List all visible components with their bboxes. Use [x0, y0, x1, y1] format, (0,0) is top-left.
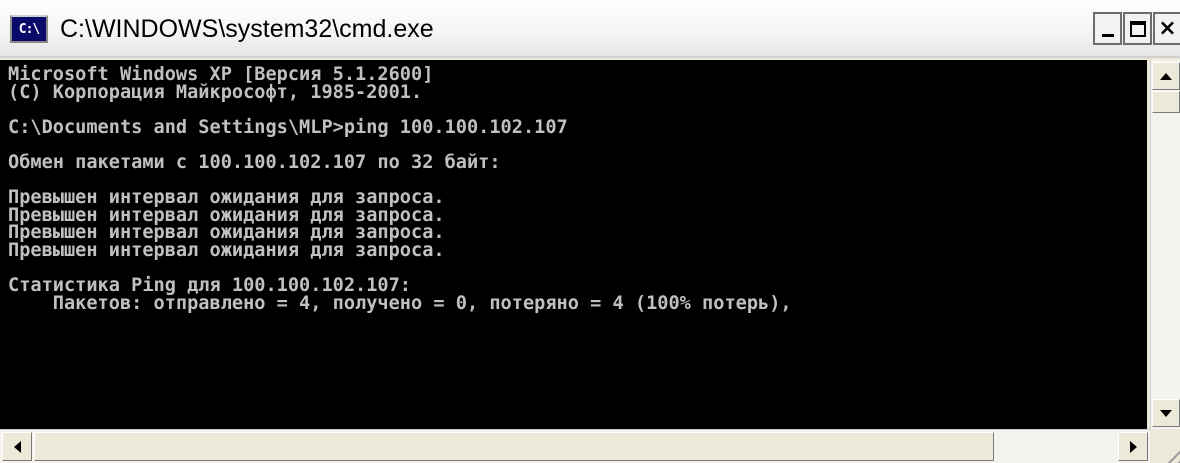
scroll-left-button[interactable] — [2, 432, 32, 461]
minimize-icon — [1101, 34, 1114, 37]
horizontal-scroll-thumb[interactable] — [34, 432, 994, 461]
cmd-window: C:\ C:\WINDOWS\system32\cmd.exe × Micros… — [0, 0, 1180, 463]
horizontal-scrollbar[interactable] — [0, 429, 1150, 463]
scroll-up-button[interactable] — [1152, 62, 1180, 90]
cmd-console-icon[interactable]: C:\ — [10, 15, 48, 43]
app-icon-label: C:\ — [18, 21, 41, 37]
arrow-down-icon — [1160, 409, 1172, 417]
arrow-left-icon — [13, 440, 21, 453]
console-text: Microsoft Windows XP [Версия 5.1.2600] (… — [8, 64, 792, 314]
close-button[interactable]: × — [1153, 12, 1180, 45]
arrow-up-icon — [1160, 72, 1172, 80]
console-output[interactable]: Microsoft Windows XP [Версия 5.1.2600] (… — [0, 60, 1147, 429]
resize-grip[interactable] — [1150, 429, 1180, 463]
maximize-icon — [1129, 20, 1146, 37]
close-icon: × — [1158, 15, 1177, 41]
title-bar[interactable]: C:\ C:\WINDOWS\system32\cmd.exe × — [0, 0, 1180, 58]
minimize-button[interactable] — [1093, 12, 1122, 45]
scroll-down-button[interactable] — [1152, 399, 1180, 427]
arrow-right-icon — [1129, 440, 1137, 453]
grip-line — [1163, 439, 1180, 463]
maximize-button[interactable] — [1123, 12, 1152, 45]
vertical-scroll-thumb[interactable] — [1152, 91, 1180, 113]
window-title: C:\WINDOWS\system32\cmd.exe — [60, 15, 434, 43]
scroll-right-button[interactable] — [1118, 432, 1148, 461]
vertical-scrollbar[interactable] — [1150, 60, 1180, 429]
